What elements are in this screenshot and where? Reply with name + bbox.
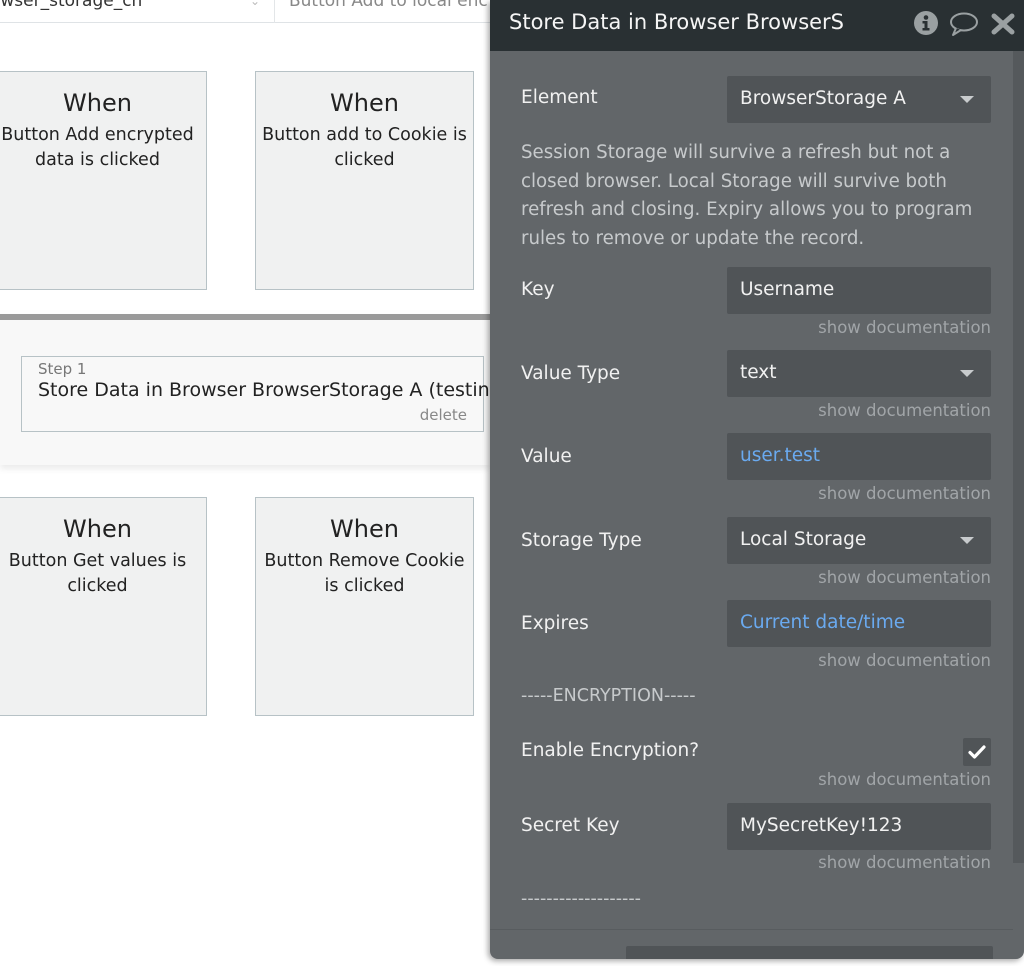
event-card-description: Button Add encrypted data is clicked bbox=[1, 125, 194, 170]
value-type-label: Value Type bbox=[521, 363, 621, 384]
encryption-section-divider: -----ENCRYPTION----- bbox=[521, 686, 696, 706]
storage-type-label: Storage Type bbox=[521, 530, 642, 551]
event-card-add-encrypted[interactable]: When Button Add encrypted data is clicke… bbox=[0, 71, 207, 290]
end-section-divider: ------------------- bbox=[521, 889, 641, 909]
element-value: BrowserStorage A bbox=[740, 88, 906, 109]
caret-down-icon bbox=[960, 96, 974, 103]
value-expression: user.test bbox=[740, 445, 821, 466]
event-card-add-cookie[interactable]: When Button add to Cookie is clicked bbox=[255, 71, 474, 290]
value-label: Value bbox=[521, 446, 572, 467]
show-documentation-link[interactable]: show documentation bbox=[818, 568, 991, 587]
secret-key-value: MySecretKey!123 bbox=[740, 815, 903, 836]
workflow-step-1[interactable]: Step 1 Store Data in Browser BrowserStor… bbox=[21, 356, 510, 432]
workflow-tab-page-label: owser_storage_ch bbox=[0, 0, 143, 11]
info-icon[interactable] bbox=[912, 10, 940, 38]
workflow-tab-page[interactable]: owser_storage_ch bbox=[0, 0, 263, 23]
help-text: Session Storage will survive a refresh b… bbox=[521, 142, 973, 249]
show-documentation-link[interactable]: show documentation bbox=[818, 853, 991, 872]
caret-down-icon bbox=[960, 370, 974, 377]
storage-type-value: Local Storage bbox=[740, 529, 867, 550]
panel-footer-divider bbox=[490, 929, 1013, 930]
element-dropdown[interactable]: BrowserStorage A bbox=[727, 76, 991, 123]
expires-expression: Current date/time bbox=[740, 612, 906, 633]
key-label: Key bbox=[521, 279, 555, 300]
storage-type-dropdown[interactable]: Local Storage bbox=[727, 517, 991, 564]
element-label: Element bbox=[521, 87, 598, 108]
show-documentation-link[interactable]: show documentation bbox=[818, 401, 991, 420]
event-card-description: Button Remove Cookie is clicked bbox=[264, 551, 465, 596]
show-documentation-link[interactable]: show documentation bbox=[818, 770, 991, 789]
property-editor-panel: Store Data in Browser BrowserS Element B… bbox=[490, 0, 1024, 959]
workflow-tabs-bar: owser_storage_ch ⌄ Button Add to local e… bbox=[0, 0, 500, 23]
key-input[interactable]: Username bbox=[727, 267, 991, 314]
caret-down-icon bbox=[960, 537, 974, 544]
event-card-when: When bbox=[330, 89, 399, 117]
event-card-when: When bbox=[63, 515, 132, 543]
enable-encryption-label: Enable Encryption? bbox=[521, 740, 700, 761]
panel-footer-field[interactable] bbox=[626, 946, 993, 959]
close-icon[interactable] bbox=[990, 10, 1018, 38]
value-type-dropdown[interactable]: text bbox=[727, 350, 991, 397]
panel-scrollbar[interactable] bbox=[1013, 51, 1024, 863]
key-value: Username bbox=[740, 279, 835, 300]
step-number-label: Step 1 bbox=[38, 360, 87, 378]
event-card-remove-cookie[interactable]: When Button Remove Cookie is clicked bbox=[255, 497, 474, 716]
expires-label: Expires bbox=[521, 613, 589, 634]
event-card-when: When bbox=[63, 89, 132, 117]
expires-expression-input[interactable]: Current date/time bbox=[727, 600, 991, 647]
step-title: Store Data in Browser BrowserStorage A (… bbox=[38, 379, 510, 401]
value-expression-input[interactable]: user.test bbox=[727, 433, 991, 480]
delete-step-button[interactable]: delete bbox=[420, 406, 467, 424]
show-documentation-link[interactable]: show documentation bbox=[818, 651, 991, 670]
secret-key-input[interactable]: MySecretKey!123 bbox=[727, 803, 991, 850]
event-card-description: Button add to Cookie is clicked bbox=[262, 125, 467, 170]
chevron-down-icon[interactable]: ⌄ bbox=[250, 0, 260, 8]
event-card-get-values[interactable]: When Button Get values is clicked bbox=[0, 497, 207, 716]
panel-title: Store Data in Browser BrowserS bbox=[509, 10, 845, 34]
show-documentation-link[interactable]: show documentation bbox=[818, 484, 991, 503]
value-type-value: text bbox=[740, 362, 777, 383]
show-documentation-link[interactable]: show documentation bbox=[818, 318, 991, 337]
comment-icon[interactable] bbox=[949, 10, 978, 38]
workflow-actions-area: Step 1 Store Data in Browser BrowserStor… bbox=[0, 314, 510, 465]
enable-encryption-checkbox[interactable] bbox=[963, 738, 991, 766]
workflow-tab-event-label: Button Add to local enc bbox=[289, 0, 488, 11]
checkmark-icon bbox=[968, 745, 986, 759]
event-card-description: Button Get values is clicked bbox=[8, 551, 187, 596]
secret-key-label: Secret Key bbox=[521, 815, 620, 836]
event-card-when: When bbox=[330, 515, 399, 543]
workflow-tab-event[interactable]: Button Add to local enc bbox=[274, 0, 500, 23]
workflow-editor: owser_storage_ch ⌄ Button Add to local e… bbox=[0, 0, 1024, 966]
panel-header[interactable]: Store Data in Browser BrowserS bbox=[490, 0, 1024, 51]
